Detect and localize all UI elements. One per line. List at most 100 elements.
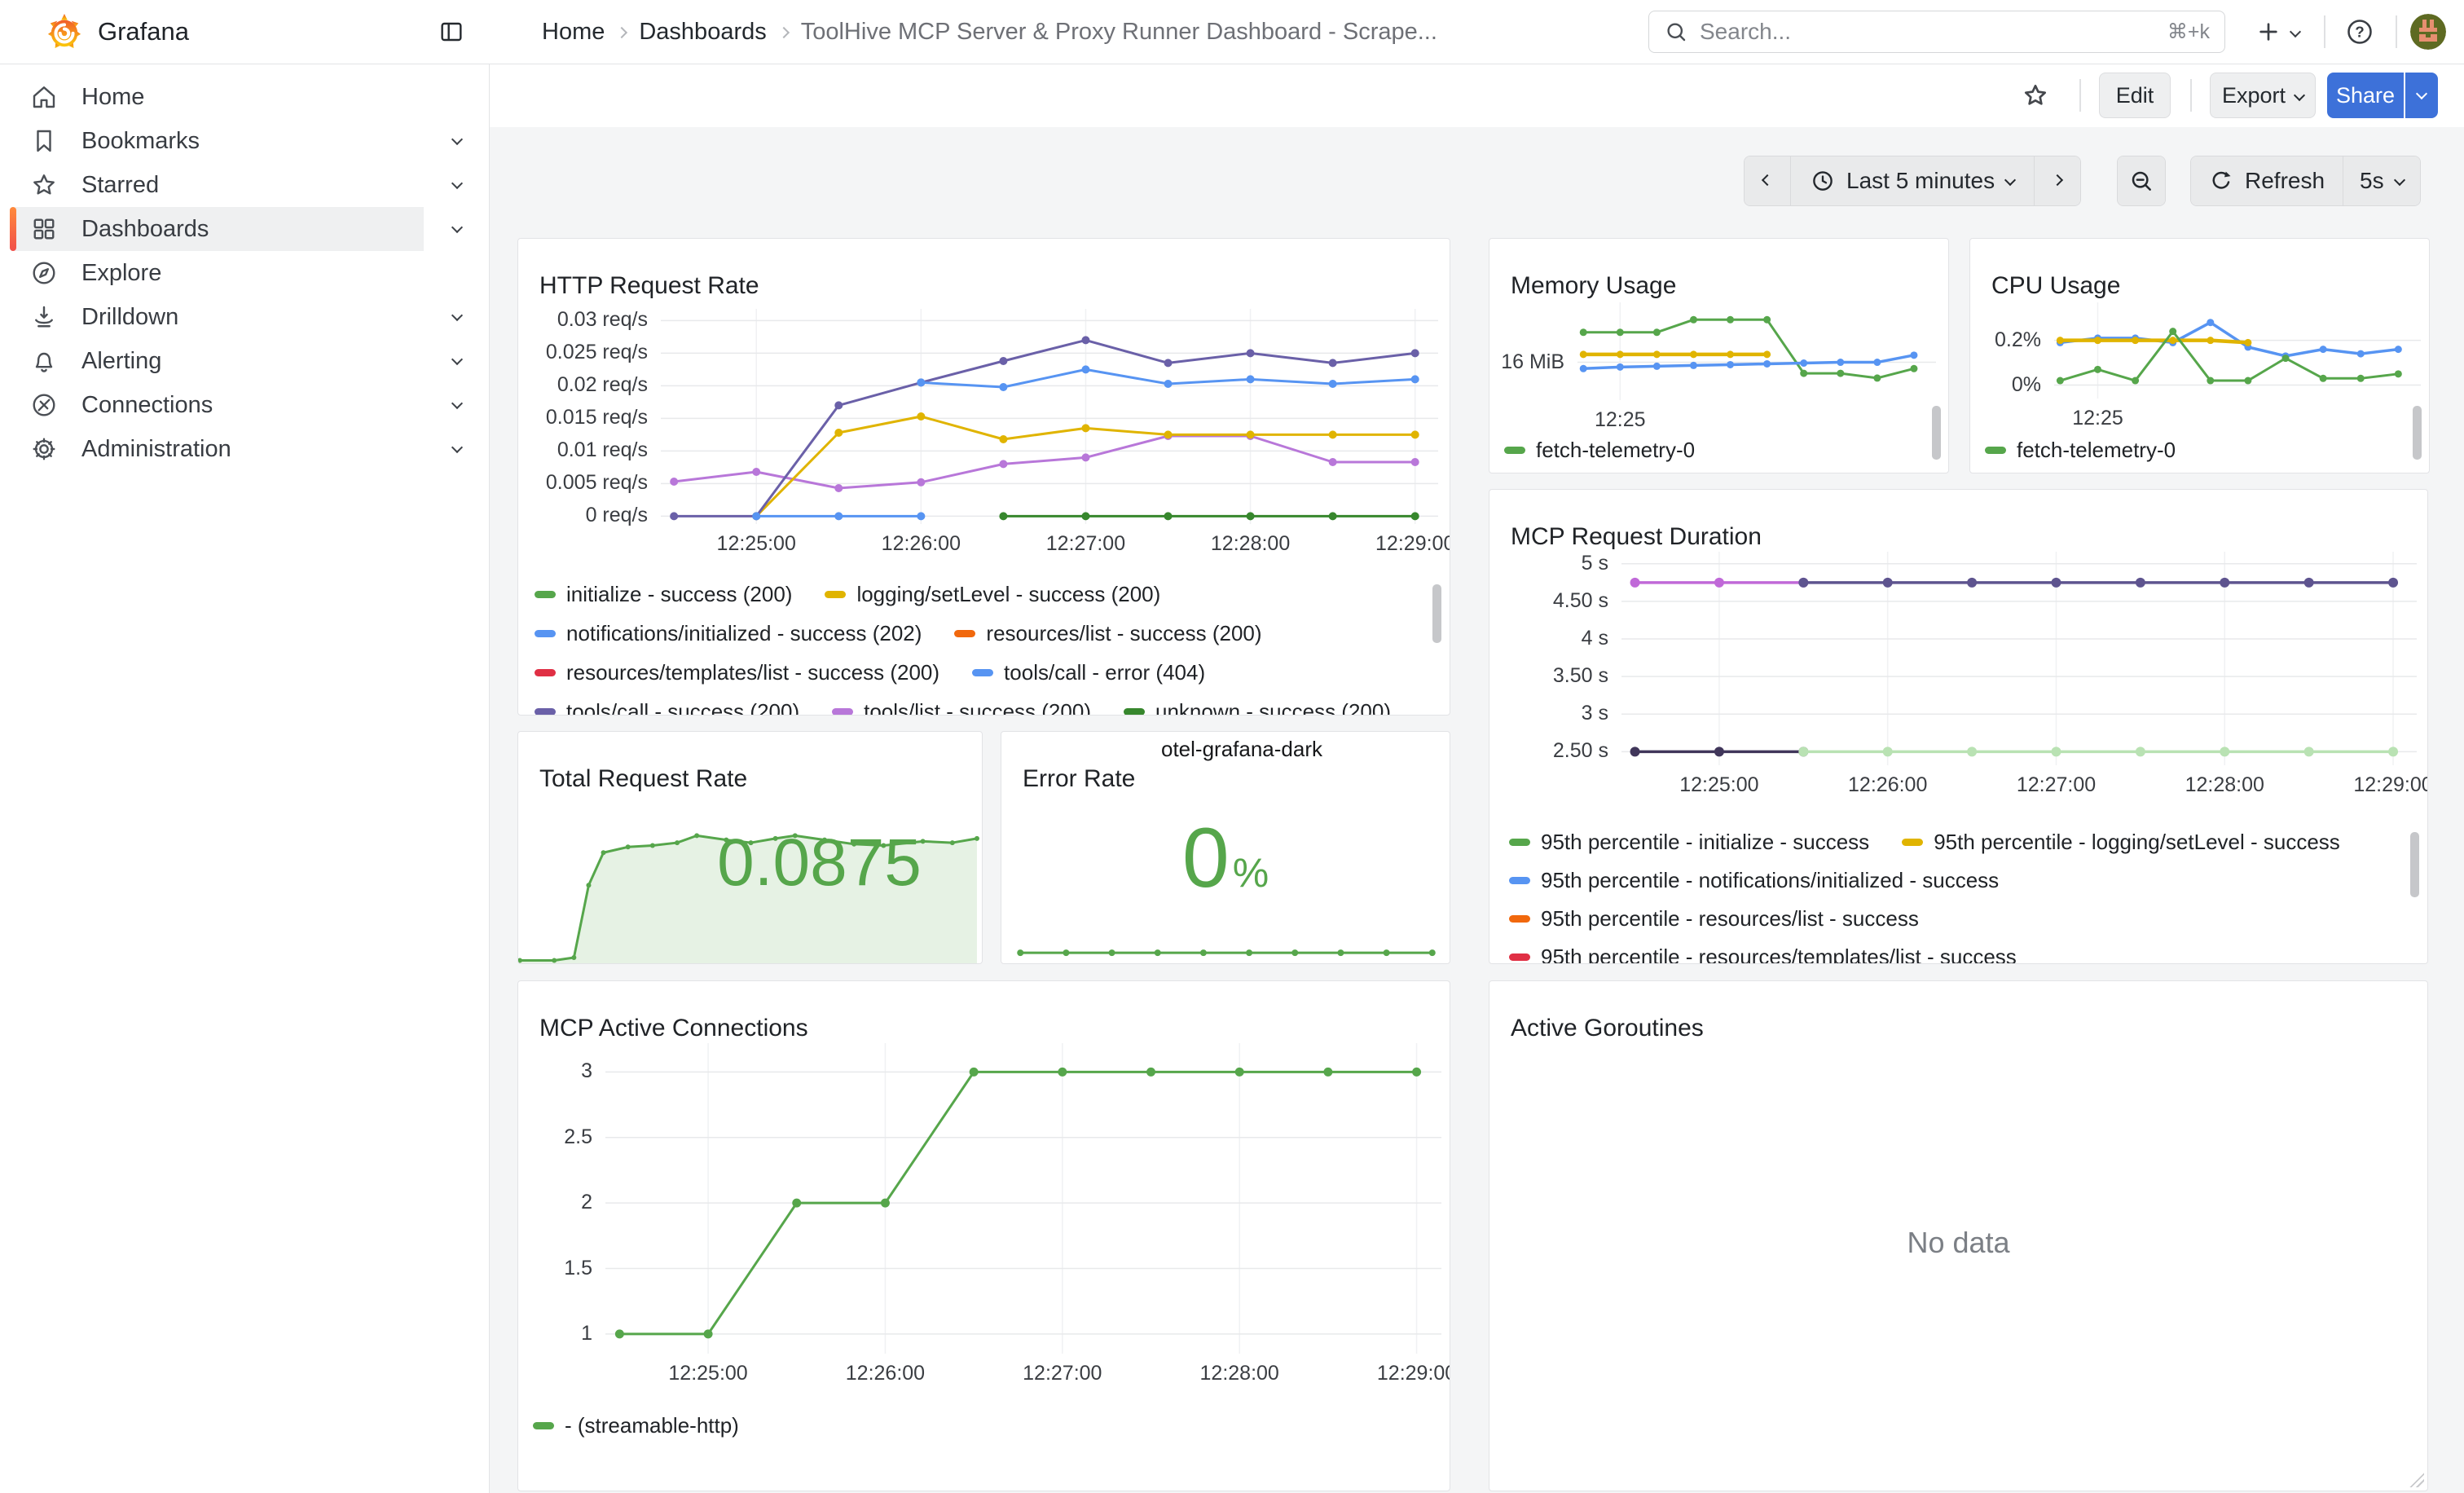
favorite-star-icon[interactable]: [2019, 73, 2052, 118]
chevron-down-icon[interactable]: [451, 442, 463, 453]
user-avatar[interactable]: [2410, 14, 2446, 50]
legend-label: tools/list - success (200): [864, 699, 1091, 716]
sidebar-item-dashboards[interactable]: Dashboards: [10, 207, 479, 251]
legend-item[interactable]: 95th percentile - logging/setLevel - suc…: [1902, 830, 2340, 855]
panel-title[interactable]: MCP Active Connections: [539, 1015, 808, 1042]
legend-item[interactable]: initialize - success (200): [535, 582, 792, 607]
panel-title[interactable]: Error Rate: [1023, 765, 1135, 793]
legend-label: 95th percentile - initialize - success: [1541, 830, 1869, 855]
share-chevron-button[interactable]: [2405, 73, 2438, 118]
legend-scrollbar[interactable]: [2413, 406, 2422, 460]
sidebar-item-bookmarks[interactable]: Bookmarks: [10, 119, 479, 163]
legend-item[interactable]: 95th percentile - resources/templates/li…: [1509, 945, 2017, 965]
sidebar-item-explore[interactable]: Explore: [10, 251, 479, 295]
panel-resize-handle[interactable]: [2409, 1473, 2424, 1487]
sidebar-item-label: Bookmarks: [81, 128, 200, 155]
chevron-down-icon[interactable]: [451, 178, 463, 189]
search-input[interactable]: [1698, 18, 2158, 46]
sidebar-toggle-icon[interactable]: [438, 19, 464, 45]
time-shift-back-button[interactable]: [1745, 156, 1790, 205]
divider: [2396, 15, 2397, 48]
panel-title[interactable]: Active Goroutines: [1511, 1015, 1704, 1042]
legend-swatch: [535, 591, 556, 598]
legend-item[interactable]: tools/list - success (200): [832, 699, 1091, 716]
divider: [2079, 79, 2081, 112]
refresh-icon: [2209, 169, 2233, 193]
top-bar: Grafana HomeDashboardsToolHive MCP Serve…: [0, 0, 2464, 64]
legend-scrollbar[interactable]: [2410, 832, 2419, 897]
legend-item[interactable]: resources/templates/list - success (200): [535, 660, 939, 685]
legend-scrollbar[interactable]: [1932, 406, 1941, 460]
sidebar-item-label: Home: [81, 84, 144, 111]
sidebar-item-starred[interactable]: Starred: [10, 163, 479, 207]
panel-title[interactable]: HTTP Request Rate: [539, 272, 759, 300]
x-axis-label: 12:27:00: [1020, 532, 1151, 556]
panel-memory-usage: Memory Usage 12:2516 MiB fetch-telemetry…: [1489, 238, 1949, 473]
breadcrumb-separator-icon: [616, 27, 627, 38]
sidebar-item-connections[interactable]: Connections: [10, 383, 479, 427]
legend-scrollbar[interactable]: [1432, 584, 1441, 643]
sidebar-item-home[interactable]: Home: [10, 75, 479, 119]
bookmark-icon: [29, 126, 59, 156]
time-range-picker[interactable]: Last 5 minutes: [1790, 156, 2034, 205]
chevron-down-icon[interactable]: [451, 134, 463, 145]
plug-icon: [29, 390, 59, 420]
search-icon: [1664, 20, 1688, 44]
add-button[interactable]: [2255, 0, 2281, 64]
time-shift-forward-button[interactable]: [2034, 156, 2080, 205]
legend-item[interactable]: - (streamable-http): [533, 1413, 739, 1438]
chevron-down-icon[interactable]: [451, 354, 463, 365]
legend-item[interactable]: tools/call - error (404): [972, 660, 1205, 685]
share-button[interactable]: Share: [2327, 73, 2404, 118]
legend-label: notifications/initialized - success (202…: [566, 621, 922, 646]
chevron-down-icon[interactable]: [451, 310, 463, 321]
x-axis-label: 12:29:00: [2328, 773, 2428, 797]
breadcrumb-item[interactable]: Dashboards: [639, 19, 766, 46]
svg-text:?: ?: [2355, 23, 2364, 40]
sidebar-item-administration[interactable]: Administration: [10, 427, 479, 471]
y-axis-label: 0.01 req/s: [526, 438, 648, 462]
breadcrumb-item[interactable]: Home: [542, 19, 605, 46]
x-axis-label: 12:25: [1555, 408, 1685, 432]
datasource-tooltip: otel-grafana-dark: [1161, 737, 1322, 762]
legend-swatch: [954, 630, 975, 637]
chevron-down-icon[interactable]: [451, 398, 463, 409]
legend-label: - (streamable-http): [565, 1413, 739, 1438]
legend-item[interactable]: 95th percentile - notifications/initiali…: [1509, 868, 1999, 893]
help-icon[interactable]: ?: [2345, 0, 2374, 64]
refresh-button[interactable]: Refresh: [2191, 156, 2343, 205]
legend-swatch: [1509, 915, 1530, 923]
panel-total-request-rate: Total Request Rate 0.0875: [517, 731, 983, 964]
legend-item[interactable]: notifications/initialized - success (202…: [535, 621, 922, 646]
panel-title[interactable]: MCP Request Duration: [1511, 523, 1762, 551]
legend-item[interactable]: logging/setLevel - success (200): [825, 582, 1160, 607]
x-axis-label: 12:28:00: [2159, 773, 2290, 797]
panel-cpu-usage: CPU Usage 12:250.2%0% fetch-telemetry-0: [1969, 238, 2430, 473]
legend-label: 95th percentile - logging/setLevel - suc…: [1934, 830, 2340, 855]
search-shortcut: ⌘+k: [2167, 20, 2210, 44]
legend-item[interactable]: unknown - success (200): [1124, 699, 1391, 716]
search-box[interactable]: ⌘+k: [1648, 11, 2225, 53]
panel-title[interactable]: Memory Usage: [1511, 272, 1676, 300]
chevron-down-icon[interactable]: [451, 222, 463, 233]
legend-swatch: [533, 1422, 554, 1429]
panel-mcp-request-duration: MCP Request Duration 12:25:0012:26:0012:…: [1489, 489, 2428, 964]
sidebar-item-drilldown[interactable]: Drilldown: [10, 295, 479, 339]
zoom-out-button[interactable]: [2117, 156, 2166, 206]
panel-title[interactable]: Total Request Rate: [539, 765, 747, 793]
legend-item[interactable]: fetch-telemetry-0: [1985, 438, 2176, 463]
legend-item[interactable]: 95th percentile - resources/list - succe…: [1509, 906, 1919, 931]
legend-item[interactable]: resources/list - success (200): [954, 621, 1261, 646]
legend-item[interactable]: 95th percentile - initialize - success: [1509, 830, 1869, 855]
legend-label: resources/templates/list - success (200): [566, 660, 939, 685]
legend-item[interactable]: tools/call - success (200): [535, 699, 799, 716]
legend-item[interactable]: fetch-telemetry-0: [1504, 438, 1695, 463]
legend-swatch: [1124, 708, 1145, 716]
sidebar-item-alerting[interactable]: Alerting: [10, 339, 479, 383]
add-chevron-icon[interactable]: [2291, 0, 2299, 64]
edit-button[interactable]: Edit: [2099, 73, 2171, 118]
refresh-interval-picker[interactable]: 5s: [2343, 156, 2420, 205]
panel-title[interactable]: CPU Usage: [1991, 272, 2120, 300]
y-axis-label: 5 s: [1499, 552, 1608, 575]
export-button[interactable]: Export: [2210, 73, 2316, 118]
